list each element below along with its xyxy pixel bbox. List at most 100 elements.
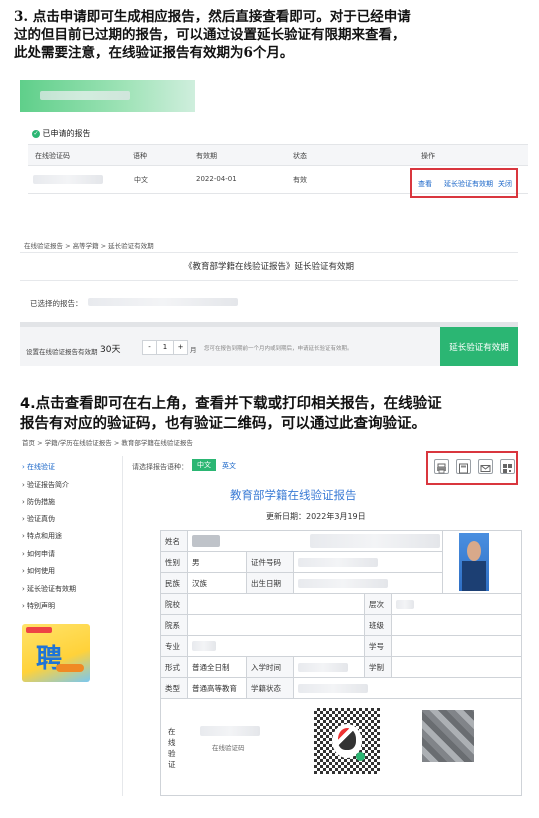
step3-paragraph: 3. 点击申请即可生成相应报告，然后直接查看即可。对于已经申请 过的但目前已过期… bbox=[14, 8, 534, 62]
label-birth: 出生日期 bbox=[246, 572, 294, 594]
col-header-status: 状态 bbox=[293, 152, 307, 160]
period-unit: 月 bbox=[190, 346, 197, 354]
row-language: 中文 bbox=[134, 176, 148, 184]
language-en-link[interactable]: 英文 bbox=[222, 461, 236, 471]
student-photo bbox=[442, 530, 522, 594]
recruit-ad-banner[interactable]: 聘 bbox=[22, 624, 90, 682]
blurred-photo-block bbox=[422, 710, 474, 762]
label-duration: 学制 bbox=[364, 656, 392, 678]
value-dept bbox=[187, 614, 365, 636]
sidebar-item-statement[interactable]: › 特别声明 bbox=[22, 601, 55, 611]
col-header-actions: 操作 bbox=[421, 152, 435, 160]
row-status: 有效 bbox=[293, 176, 307, 184]
blurred-verify-code bbox=[33, 175, 103, 184]
sidebar-item-how-apply[interactable]: › 如何申请 bbox=[22, 549, 55, 559]
sidebar-item-online-verify[interactable]: › 在线验证 bbox=[22, 462, 55, 472]
download-icon[interactable] bbox=[456, 459, 471, 474]
validity-period-label: 设置在线验证报告有效期 bbox=[26, 348, 98, 356]
report-update-date: 更新日期：2022年3月19日 bbox=[266, 512, 366, 521]
divider-top bbox=[20, 252, 518, 253]
label-name: 姓名 bbox=[160, 530, 188, 552]
applied-reports-panel: ✓ 已申请的报告 在线验证码 语种 有效期 状态 操作 中文 2022-04-0… bbox=[20, 80, 530, 230]
blurred-header-text bbox=[40, 91, 130, 100]
stepper-plus-button[interactable]: + bbox=[173, 341, 187, 354]
ad-sub-tag bbox=[56, 664, 84, 672]
extend-breadcrumb: 在线验证报告 > 高等学籍 > 延长验证有效期 bbox=[24, 242, 154, 250]
value-type: 普通高等教育 bbox=[187, 677, 247, 699]
sidebar-item-intro[interactable]: › 验证报告简介 bbox=[22, 480, 69, 490]
row-expiry: 2022-04-01 bbox=[196, 175, 237, 183]
period-stepper[interactable]: - 1 + bbox=[142, 340, 188, 355]
col-header-expiry: 有效期 bbox=[196, 152, 217, 160]
value-ethnicity: 汉族 bbox=[187, 572, 247, 594]
sidebar-item-extend[interactable]: › 延长验证有效期 bbox=[22, 584, 76, 594]
value-gender: 男 bbox=[187, 551, 247, 573]
blurred-selected-report bbox=[88, 298, 238, 306]
label-major: 专业 bbox=[160, 635, 188, 657]
verify-side-label: 在线验证 bbox=[168, 727, 176, 769]
verify-qrcode[interactable] bbox=[312, 706, 382, 776]
value-enroll bbox=[293, 656, 365, 678]
applied-section-title: ✓ 已申请的报告 bbox=[32, 128, 91, 139]
extend-validity-panel: 在线验证报告 > 高等学籍 > 延长验证有效期 《教育部学籍在线验证报告》延长验… bbox=[20, 236, 530, 370]
blurred-verify-code bbox=[200, 726, 260, 736]
value-status bbox=[293, 677, 522, 699]
sidebar-item-how-use[interactable]: › 如何使用 bbox=[22, 566, 55, 576]
step4-line-2: 报告有对应的验证码，也有验证二维码，可以通过此查询验证。 bbox=[20, 416, 426, 432]
stepper-value[interactable]: 1 bbox=[157, 341, 173, 354]
language-label: 请选择报告语种： bbox=[132, 463, 188, 471]
language-cn-button[interactable]: 中文 bbox=[192, 459, 216, 471]
extend-validity-link[interactable]: 延长验证有效期 bbox=[444, 179, 493, 189]
label-dept: 院系 bbox=[160, 614, 188, 636]
step3-line-2: 过的但目前已过期的报告，可以通过设置延长验证有限期来查看， bbox=[14, 27, 406, 43]
ad-logo bbox=[26, 627, 52, 633]
value-cert-no bbox=[293, 551, 443, 573]
col-header-language: 语种 bbox=[133, 152, 147, 160]
report-sidebar: › 在线验证 › 验证报告简介 › 防伪措施 › 验证真伪 › 特点和用途 › … bbox=[20, 456, 123, 796]
label-form: 形式 bbox=[160, 656, 188, 678]
label-cert-no: 证件号码 bbox=[246, 551, 294, 573]
print-icon[interactable] bbox=[434, 459, 449, 474]
stepper-minus-button[interactable]: - bbox=[143, 341, 157, 354]
step3-line-3: 此处需要注意，在线验证报告有效期为6个月。 bbox=[14, 45, 294, 61]
sidebar-item-verify-authenticity[interactable]: › 验证真伪 bbox=[22, 514, 55, 524]
label-level: 层次 bbox=[364, 593, 392, 615]
view-report-link[interactable]: 查看 bbox=[418, 179, 432, 189]
extend-validity-button[interactable]: 延长验证有效期 bbox=[440, 327, 518, 366]
step4-line-1: 4.点击查看即可在右上角，查看并下载或打印相关报告，在线验证 bbox=[20, 396, 442, 412]
label-status: 学籍状态 bbox=[246, 677, 294, 699]
label-type: 类型 bbox=[160, 677, 188, 699]
report-title: 教育部学籍在线验证报告 bbox=[230, 488, 357, 502]
value-duration bbox=[391, 656, 522, 678]
selected-report-label: 已选择的报告： bbox=[30, 299, 83, 308]
extend-hint: 您可在报告到期前一个月内或到期后，申请延长验证有效期。 bbox=[204, 346, 353, 352]
col-header-code: 在线验证码 bbox=[35, 152, 70, 160]
close-report-link[interactable]: 关闭 bbox=[498, 179, 512, 189]
label-ethnicity: 民族 bbox=[160, 572, 188, 594]
value-class bbox=[391, 614, 522, 636]
report-breadcrumb: 首页 > 学籍/学历在线验证报告 > 教育部学籍在线验证报告 bbox=[22, 439, 193, 447]
report-view-panel: 首页 > 学籍/学历在线验证报告 > 教育部学籍在线验证报告 › 在线验证 › … bbox=[20, 436, 530, 796]
check-circle-icon: ✓ bbox=[32, 129, 40, 138]
label-class: 班级 bbox=[364, 614, 392, 636]
label-enroll: 入学时间 bbox=[246, 656, 294, 678]
value-student-no bbox=[391, 635, 522, 657]
applied-table-header: 在线验证码 语种 有效期 状态 操作 bbox=[28, 144, 528, 166]
value-name bbox=[187, 530, 443, 552]
verify-code-caption: 在线验证码 bbox=[212, 744, 245, 752]
validity-period-value: 30天 bbox=[100, 345, 121, 355]
qrcode-icon[interactable] bbox=[500, 459, 515, 474]
mail-icon[interactable] bbox=[478, 459, 493, 474]
label-student-no: 学号 bbox=[364, 635, 392, 657]
applied-section-label: 已申请的报告 bbox=[42, 129, 91, 138]
label-gender: 性别 bbox=[160, 551, 188, 573]
sidebar-item-anti-fake[interactable]: › 防伪措施 bbox=[22, 497, 55, 507]
value-birth bbox=[293, 572, 443, 594]
extend-title: 《教育部学籍在线验证报告》延长验证有效期 bbox=[183, 262, 354, 272]
value-school bbox=[187, 593, 365, 615]
sidebar-item-features[interactable]: › 特点和用途 bbox=[22, 531, 62, 541]
divider-mid bbox=[20, 280, 518, 281]
step3-line-1: 3. 点击申请即可生成相应报告，然后直接查看即可。对于已经申请 bbox=[14, 9, 411, 25]
value-level bbox=[391, 593, 522, 615]
value-major bbox=[187, 635, 365, 657]
